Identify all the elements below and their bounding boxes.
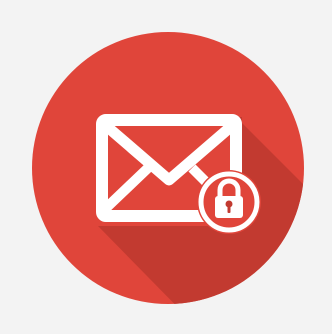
mail-lock-icon [32,32,304,304]
secure-mail-illustration [0,0,332,334]
padlock-icon [197,170,261,234]
